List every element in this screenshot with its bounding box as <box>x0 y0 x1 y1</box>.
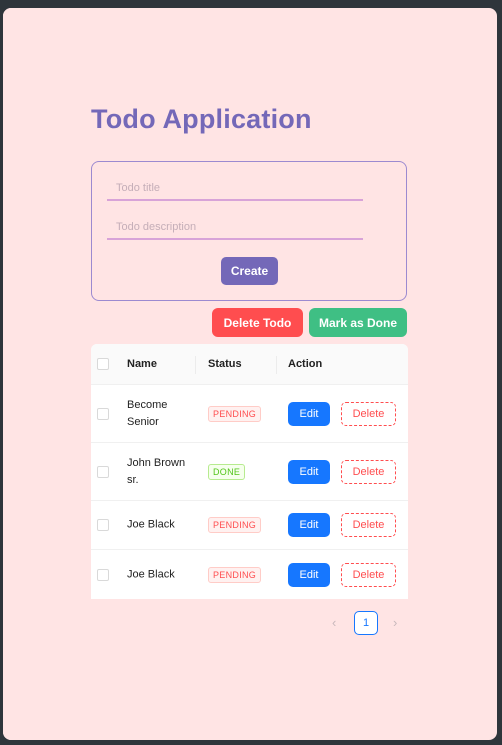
delete-todo-button[interactable]: Delete Todo <box>212 308 303 337</box>
row-checkbox[interactable] <box>97 465 109 478</box>
table-row: Joe Black PENDING Edit Delete <box>91 501 408 550</box>
row-checkbox[interactable] <box>97 519 109 531</box>
status-badge: DONE <box>208 463 246 480</box>
todo-description-input[interactable] <box>107 216 363 240</box>
header-name: Name <box>127 358 157 370</box>
chevron-right-icon[interactable]: › <box>393 615 397 630</box>
app-window: Todo Application Create Delete Todo Mark… <box>3 8 497 740</box>
table-row: Become Senior PENDING Edit Delete <box>91 385 408 443</box>
delete-button[interactable]: Delete <box>341 513 396 537</box>
delete-button[interactable]: Delete <box>341 401 396 426</box>
page-title: Todo Application <box>91 104 312 134</box>
table-header: Name Status Action <box>91 344 408 385</box>
status-badge: PENDING <box>208 566 262 583</box>
status-badge: PENDING <box>208 405 262 422</box>
select-all-checkbox[interactable] <box>97 358 109 370</box>
window-edge <box>3 8 13 740</box>
todo-form: Create <box>91 161 407 301</box>
page-number[interactable]: 1 <box>354 611 378 635</box>
chevron-left-icon[interactable]: ‹ <box>332 615 336 630</box>
header-action: Action <box>288 358 323 370</box>
create-button[interactable]: Create <box>221 257 278 285</box>
edit-button[interactable]: Edit <box>288 401 330 426</box>
column-divider <box>195 356 196 374</box>
table-row: Joe Black PENDING Edit Delete <box>91 550 408 599</box>
pagination: ‹ 1 › <box>325 611 410 635</box>
delete-button[interactable]: Delete <box>341 459 396 484</box>
todo-name: Joe Black <box>127 518 175 531</box>
table-row: John Brown sr. DONE Edit Delete <box>91 443 408 501</box>
todo-name: Become Senior <box>127 398 168 428</box>
mark-as-done-button[interactable]: Mark as Done <box>309 308 407 337</box>
edit-button[interactable]: Edit <box>288 459 330 484</box>
todo-title-input[interactable] <box>107 177 363 201</box>
todo-name: John Brown sr. <box>127 456 186 486</box>
edit-button[interactable]: Edit <box>288 513 330 537</box>
row-checkbox[interactable] <box>97 568 109 581</box>
row-checkbox[interactable] <box>97 407 109 420</box>
edit-button[interactable]: Edit <box>288 562 330 587</box>
status-badge: PENDING <box>208 517 262 533</box>
column-divider <box>276 356 277 374</box>
delete-button[interactable]: Delete <box>341 562 396 587</box>
header-status: Status <box>208 358 242 370</box>
todo-name: Joe Black <box>127 568 175 580</box>
todo-table: Name Status Action Become Senior PENDING… <box>91 344 408 599</box>
